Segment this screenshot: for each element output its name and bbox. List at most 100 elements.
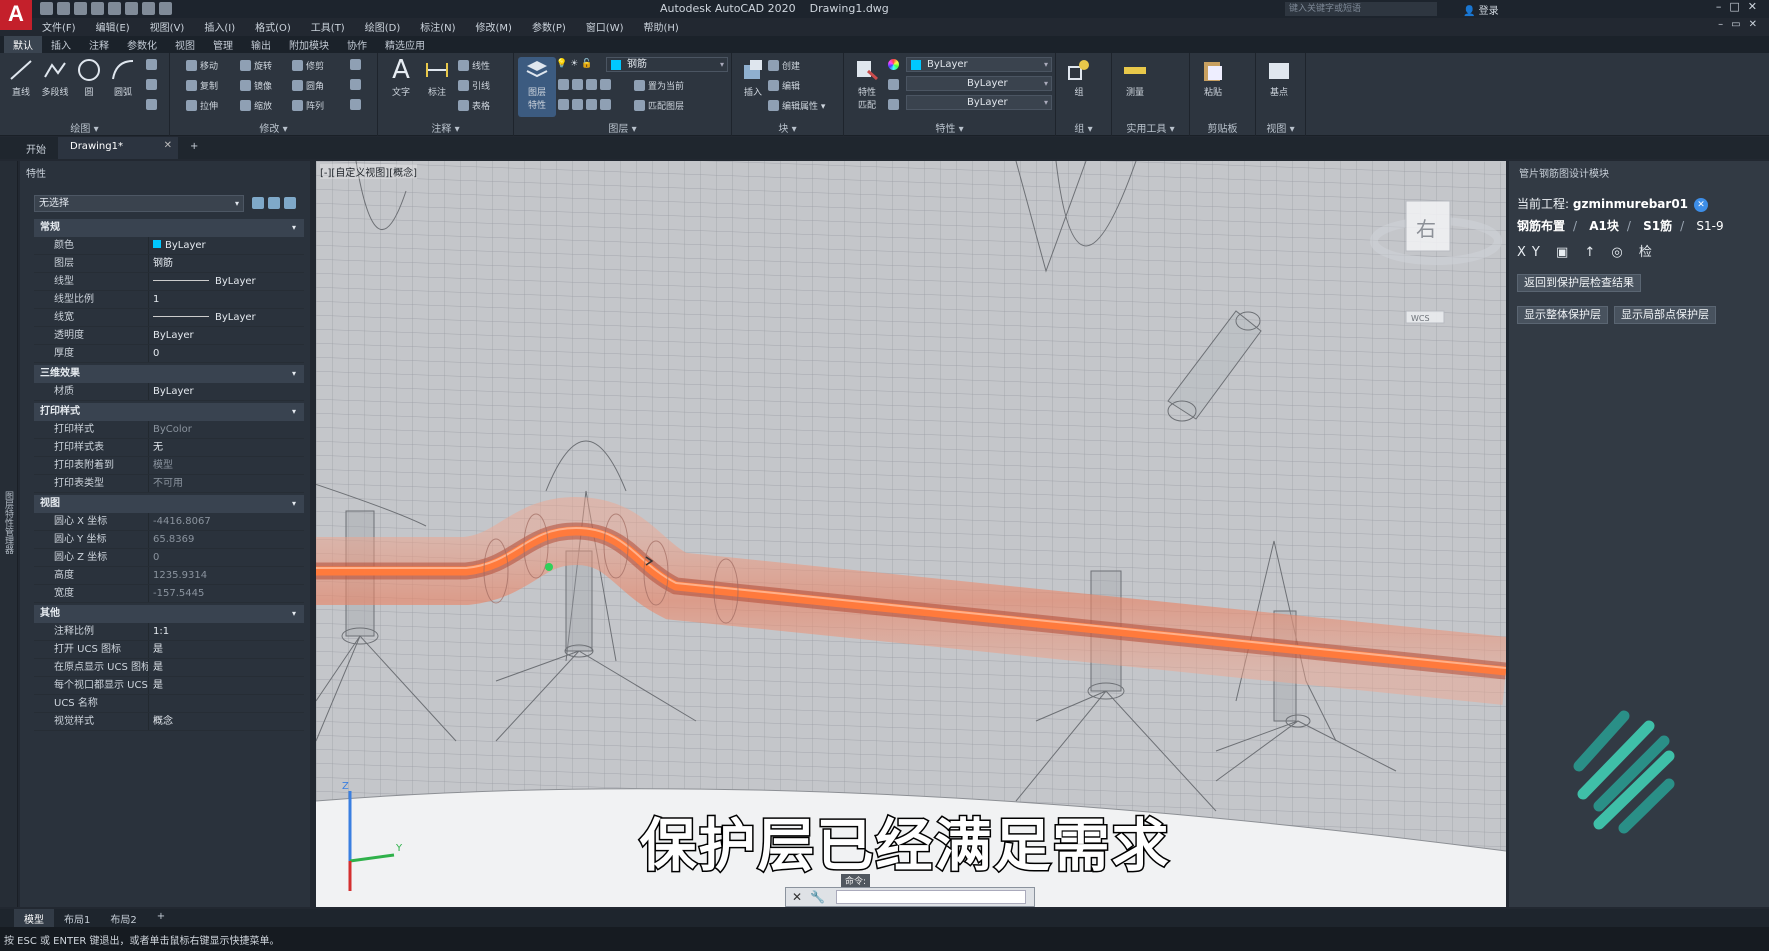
measure-button[interactable]: 测量 <box>1116 57 1154 98</box>
saveas-icon[interactable] <box>91 2 104 15</box>
property-row[interactable]: 打印样式 ByColor <box>34 421 304 439</box>
move-button[interactable]: 移动 <box>186 59 218 72</box>
toggle-pickadd-icon[interactable] <box>252 197 264 209</box>
fillet-button[interactable]: 圆角 <box>292 79 324 92</box>
menu-item[interactable]: 绘图(D) <box>355 18 411 36</box>
menu-item[interactable]: 文件(F) <box>32 18 86 36</box>
match-layer-button[interactable]: 匹配图层 <box>634 99 684 112</box>
quick-select-icon[interactable] <box>284 197 296 209</box>
command-input[interactable] <box>836 890 1026 904</box>
panel-properties-label[interactable]: 特性 ▾ <box>844 120 1055 135</box>
drawing-viewport[interactable]: Z Y [-][自定义视图][概念] 右 WCS <box>316 161 1506 907</box>
property-value[interactable]: ByLayer <box>148 327 304 344</box>
close-icon[interactable]: ✕ <box>164 140 172 151</box>
ribbon-tab[interactable]: 注释 <box>80 36 118 53</box>
match-properties-button[interactable]: 特性 匹配 <box>848 57 886 111</box>
erase-icon[interactable] <box>350 59 364 71</box>
panel-utilities-label[interactable]: 实用工具 ▾ <box>1112 120 1189 135</box>
property-value[interactable]: ByLayer <box>148 309 304 326</box>
property-value[interactable]: 不可用 <box>148 475 304 492</box>
ribbon-tab[interactable]: 精选应用 <box>376 36 434 53</box>
property-value[interactable]: -157.5445 <box>148 585 304 602</box>
property-row[interactable]: 每个视口都显示 UCS 是 <box>34 677 304 695</box>
property-row[interactable]: 透明度 ByLayer <box>34 327 304 345</box>
login-button[interactable]: 👤 登录 <box>1463 2 1499 17</box>
new-icon[interactable] <box>40 2 53 15</box>
property-value[interactable]: 1 <box>148 291 304 308</box>
command-customize-icon[interactable]: 🔧 <box>810 890 825 904</box>
property-row[interactable]: 打印表附着到 模型 <box>34 457 304 475</box>
ribbon-tab[interactable]: 输出 <box>242 36 280 53</box>
basepoint-button[interactable]: 基点 <box>1260 57 1298 98</box>
menu-item[interactable]: 修改(M) <box>466 18 522 36</box>
collapse-icon[interactable]: ▾ <box>292 365 296 383</box>
property-value[interactable] <box>148 695 304 712</box>
collapse-icon[interactable]: ▾ <box>292 219 296 237</box>
property-value[interactable]: 钢筋 <box>148 255 304 272</box>
property-value[interactable]: -4416.8067 <box>148 513 304 530</box>
layer-properties-button[interactable]: 图层 特性 <box>518 57 556 117</box>
property-value[interactable]: 是 <box>148 641 304 658</box>
print-icon[interactable] <box>125 2 138 15</box>
menu-item[interactable]: 视图(V) <box>140 18 195 36</box>
property-row[interactable]: 圆心 Z 坐标 0 <box>34 549 304 567</box>
offset-icon[interactable] <box>350 99 364 111</box>
ribbon-tab[interactable]: 参数化 <box>118 36 166 53</box>
property-row[interactable]: 视觉样式 概念 <box>34 713 304 731</box>
menu-item[interactable]: 参数(P) <box>522 18 576 36</box>
layout-tab[interactable]: 布局1 <box>54 909 100 927</box>
ribbon-tab[interactable]: 插入 <box>42 36 80 53</box>
ribbon-tab[interactable]: 默认 <box>4 36 42 53</box>
wcs-label[interactable]: WCS <box>1411 314 1430 323</box>
panel-draw-label[interactable]: 绘图 ▾ <box>0 120 169 135</box>
property-row[interactable]: 注释比例 1:1 <box>34 623 304 641</box>
dimension-button[interactable]: 标注 <box>418 57 456 98</box>
stretch-button[interactable]: 拉伸 <box>186 99 218 112</box>
polyline-button[interactable]: 多段线 <box>36 57 74 98</box>
command-close-icon[interactable]: ✕ <box>792 890 802 904</box>
text-button[interactable]: A 文字 <box>382 57 420 98</box>
property-value[interactable]: 模型 <box>148 457 304 474</box>
leader-button[interactable]: 引线 <box>458 79 490 92</box>
property-value[interactable]: 概念 <box>148 713 304 730</box>
autocad-logo[interactable]: A <box>0 0 32 30</box>
property-row[interactable]: 图层 钢筋 <box>34 255 304 273</box>
panel-clipboard-label[interactable]: 剪贴板 <box>1190 120 1255 135</box>
publish-icon[interactable] <box>108 2 121 15</box>
insert-button[interactable]: 插入 <box>734 57 772 98</box>
color-wheel-icon[interactable] <box>888 59 902 71</box>
property-row[interactable]: 颜色 ByLayer <box>34 237 304 255</box>
property-row[interactable]: 打印表类型 不可用 <box>34 475 304 493</box>
linear-button[interactable]: 线性 <box>458 59 490 72</box>
property-row[interactable]: 宽度 -157.5445 <box>34 585 304 603</box>
menu-item[interactable]: 帮助(H) <box>634 18 689 36</box>
panel-toolbar[interactable]: XY ▣ ↑ ◎ 检 <box>1517 241 1658 260</box>
circle-button[interactable]: 圆 <box>70 57 108 98</box>
close-project-icon[interactable]: ✕ <box>1694 198 1709 212</box>
tab-start[interactable]: 开始 <box>14 137 58 159</box>
viewport-controls-label[interactable]: [-][自定义视图][概念] <box>320 164 418 179</box>
panel-annotate-label[interactable]: 注释 ▾ <box>378 120 513 135</box>
layout-tab[interactable]: 模型 <box>14 909 54 927</box>
property-row[interactable]: 线型比例 1 <box>34 291 304 309</box>
add-layout-button[interactable]: + <box>147 909 175 927</box>
property-section-header[interactable]: 打印样式 ▾ <box>34 403 304 421</box>
panel-groups-label[interactable]: 组 ▾ <box>1056 120 1111 135</box>
property-value[interactable]: 是 <box>148 677 304 694</box>
layer-state-icons[interactable]: 💡 ☀ 🔓 <box>556 59 592 69</box>
property-value[interactable]: ByLayer <box>148 273 304 290</box>
menu-item[interactable]: 工具(T) <box>301 18 355 36</box>
arc-button[interactable]: 圆弧 <box>104 57 142 98</box>
menu-item[interactable]: 标注(N) <box>410 18 465 36</box>
property-value[interactable]: ByLayer <box>148 383 304 400</box>
property-row[interactable]: 线宽 ByLayer <box>34 309 304 327</box>
array-button[interactable]: 阵列 <box>292 99 324 112</box>
new-tab-button[interactable]: + <box>178 137 210 159</box>
table-button[interactable]: 表格 <box>458 99 490 112</box>
property-row[interactable]: 高度 1235.9314 <box>34 567 304 585</box>
menu-item[interactable]: 格式(O) <box>245 18 301 36</box>
show-local-cover-button[interactable]: 显示局部点保护层 <box>1614 306 1716 324</box>
selection-dropdown[interactable]: 无选择 ▾ <box>34 195 244 212</box>
select-objects-icon[interactable] <box>268 197 280 209</box>
crumb-rebar-layout[interactable]: 钢筋布置 <box>1517 219 1565 233</box>
